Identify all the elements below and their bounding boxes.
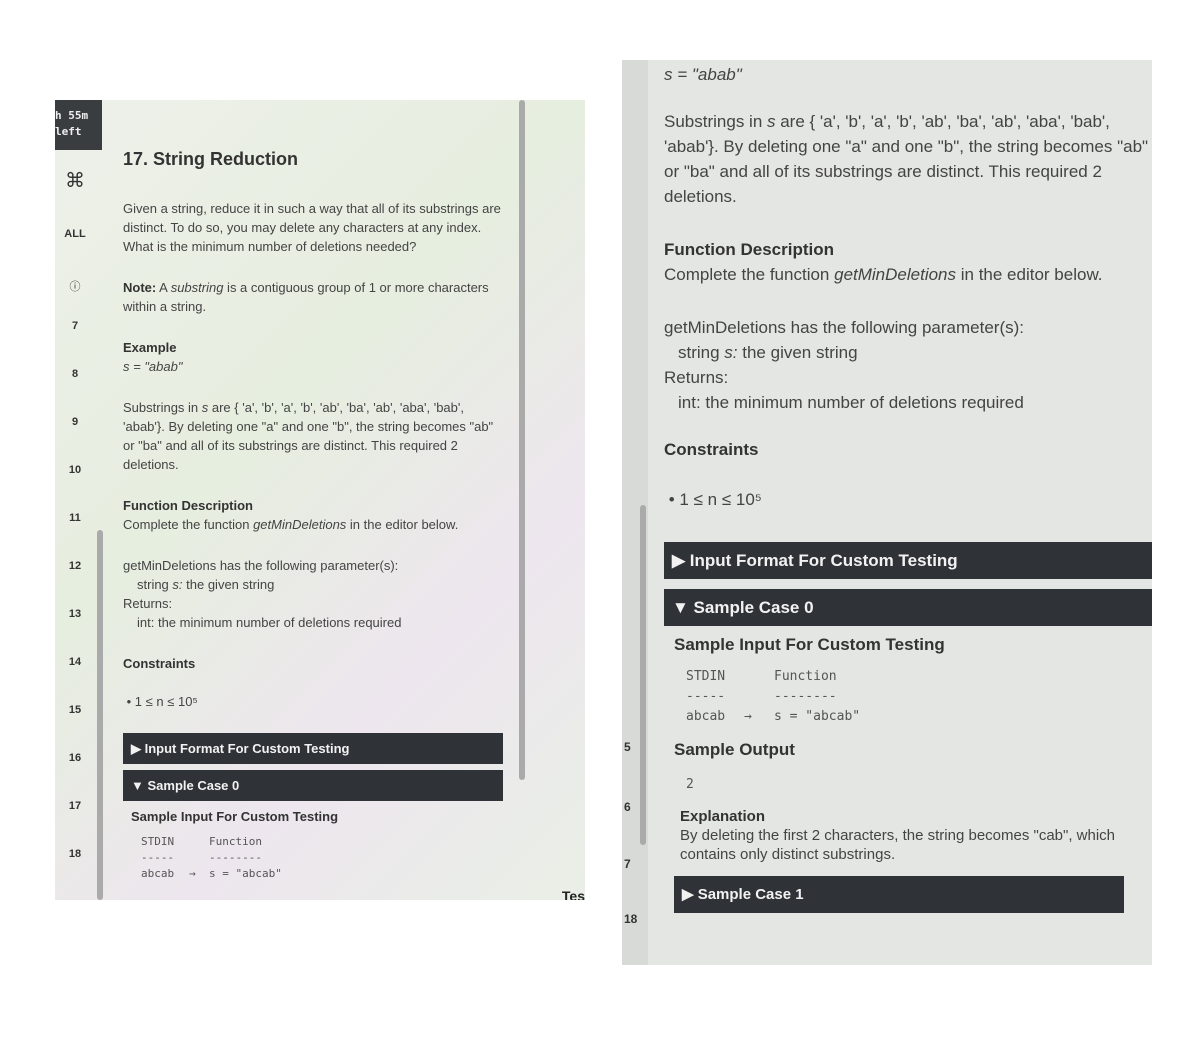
example-explanation: Substrings in s are { 'a', 'b', 'a', 'b'…	[123, 400, 494, 472]
question-number-8[interactable]: 8	[55, 368, 95, 380]
question-number-9[interactable]: 9	[55, 416, 95, 428]
info-icon[interactable]: ⓘ	[55, 278, 95, 294]
question-number-15[interactable]: 15	[55, 704, 95, 716]
question-number-10[interactable]: 10	[55, 464, 95, 476]
problem-description-zoomed: s = "abab" Substrings in s are { 'a', 'b…	[664, 62, 1152, 919]
function-description: Function Description Complete the functio…	[123, 498, 459, 532]
time-left-indicator: h 55m left	[55, 100, 102, 150]
description-scrollbar[interactable]	[519, 100, 525, 780]
question-number-17[interactable]: 17	[55, 800, 95, 812]
sample-output-value: 2	[686, 777, 694, 792]
sidebar-scrollbar[interactable]	[97, 530, 103, 900]
question-number-7[interactable]: 7	[55, 320, 95, 332]
left-photo-panel: h 55m left ⌘ ALL ⓘ 7 8 9 10 11 12 13 14 15 16 17 18 …	[55, 100, 585, 900]
problem-description: 17. String Reduction Given a string, red…	[123, 150, 503, 882]
question-nav-sidebar: ⌘ ALL ⓘ 7 8 9 10 11 12 13 14 15 16 17 18	[55, 150, 102, 900]
question-number-14[interactable]: 14	[55, 656, 95, 668]
question-number-13[interactable]: 13	[55, 608, 95, 620]
sample-case-0-toggle[interactable]: ▼ Sample Case 0	[123, 770, 503, 801]
note: Note: A substring is a contiguous group …	[123, 280, 489, 314]
question-number-11[interactable]: 11	[55, 512, 95, 524]
description-text: Given a string, reduce it in such a way …	[123, 201, 501, 254]
sample-input-table: STDIN Function ----- -------- abcab → s = "abc…	[141, 835, 282, 880]
input-format-toggle[interactable]: ▶ Input Format For Custom Testing	[664, 542, 1152, 579]
question-number-12[interactable]: 12	[55, 560, 95, 572]
problem-title: 17. String Reduction	[123, 149, 299, 169]
right-photo-panel: 5 6 7 18 s = "abab" Substrings in s are …	[622, 60, 1152, 965]
question-number-18[interactable]: 18	[55, 848, 95, 860]
right-scrollbar[interactable]	[640, 505, 646, 845]
input-format-toggle[interactable]: ▶ Input Format For Custom Testing	[123, 733, 503, 764]
command-icon[interactable]: ⌘	[55, 168, 95, 193]
parameters: getMinDeletions has the following parame…	[123, 558, 402, 630]
constraints: Constraints • 1 ≤ n ≤ 10⁵	[123, 656, 198, 709]
all-questions-button[interactable]: ALL	[55, 228, 95, 240]
test-tab-partial[interactable]: Tes	[562, 888, 585, 900]
sample-case-1-toggle[interactable]: ▶ Sample Case 1	[674, 876, 1124, 913]
sample-input-table: STDIN Function ----- -------- abcab → s = "abc…	[686, 669, 861, 724]
example: Example s = "abab"	[123, 340, 183, 374]
sample-case-0-toggle[interactable]: ▼ Sample Case 0	[664, 589, 1152, 626]
question-number-16[interactable]: 16	[55, 752, 95, 764]
